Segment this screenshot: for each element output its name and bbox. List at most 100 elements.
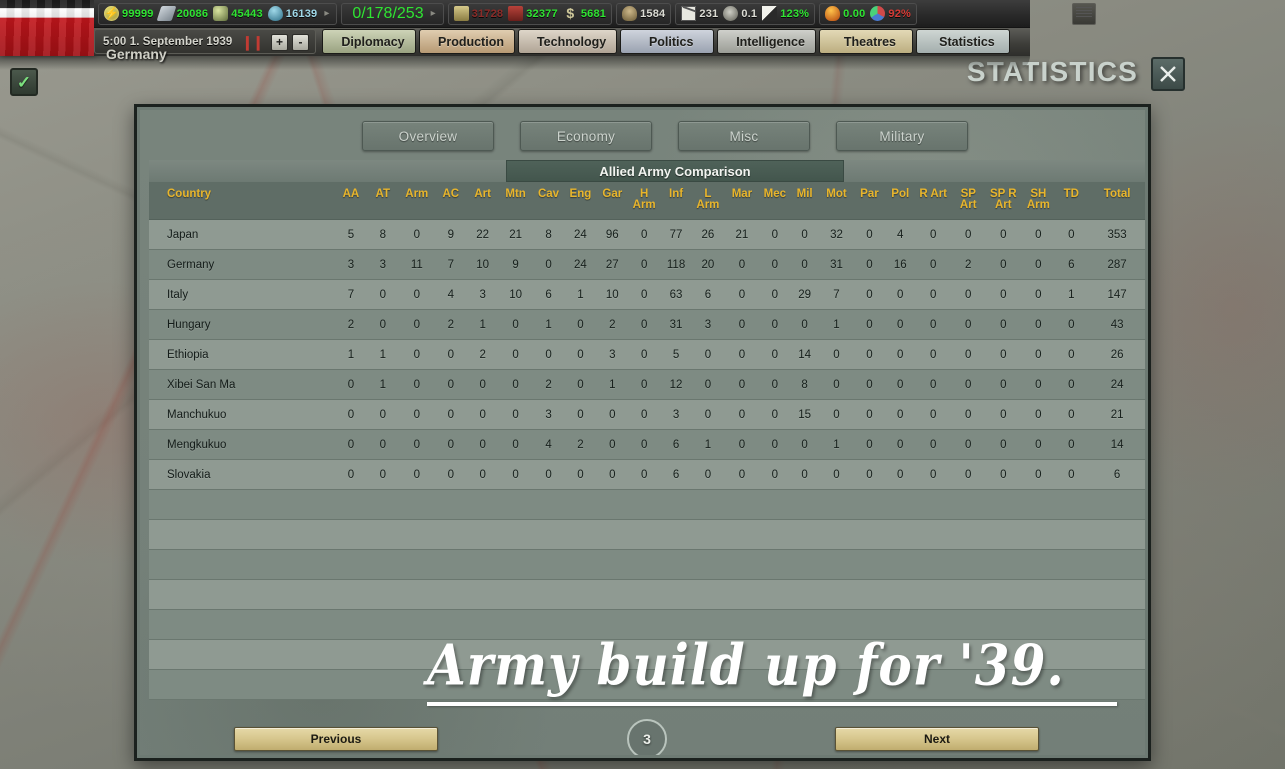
cell-art: 1 bbox=[466, 309, 499, 340]
column-header-ac[interactable]: AC bbox=[434, 182, 467, 220]
tab-technology[interactable]: Technology bbox=[517, 29, 618, 54]
subtab-misc[interactable]: Misc bbox=[678, 121, 810, 151]
cell-ac: 4 bbox=[434, 279, 467, 310]
table-row[interactable]: Manchukuo 0 0 0 0 0 0 3 0 0 0 3 0 0 0 15 0 0 0 0 0 0 0 0 21 bbox=[149, 399, 1145, 430]
resource-supplies[interactable]: 31728 bbox=[453, 6, 504, 21]
cell-art: 22 bbox=[466, 219, 499, 250]
cell-empty bbox=[691, 519, 724, 550]
cell-empty bbox=[885, 519, 916, 550]
table-row[interactable]: Xibei San Ma 0 1 0 0 0 0 2 0 1 0 12 0 0 0 8 0 0 0 0 0 0 0 0 24 bbox=[149, 369, 1145, 400]
next-button[interactable]: Next bbox=[835, 727, 1039, 751]
tab-production-label: Production bbox=[438, 34, 504, 49]
tab-intelligence[interactable]: Intelligence bbox=[717, 29, 816, 54]
cell-mil: 0 bbox=[789, 429, 820, 460]
resource-fuel[interactable]: 32377 bbox=[508, 6, 558, 21]
cell-empty bbox=[1021, 579, 1056, 610]
table-row[interactable]: Ethiopia 1 1 0 0 2 0 0 0 3 0 5 0 0 0 14 0 0 0 0 0 0 0 0 26 bbox=[149, 339, 1145, 370]
table-row[interactable]: Italy 7 0 0 4 3 10 6 1 10 0 63 6 0 0 29 7 0 0 0 0 0 0 1 147 bbox=[149, 279, 1145, 310]
table-row[interactable]: Slovakia 0 0 0 0 0 0 0 0 0 0 6 0 0 0 0 0 0 0 0 0 0 0 0 6 bbox=[149, 459, 1145, 490]
pause-icon[interactable]: ❙❙ bbox=[242, 34, 264, 51]
cell-at: 0 bbox=[366, 459, 399, 490]
column-header-sp-r-art[interactable]: SP R Art bbox=[985, 182, 1022, 220]
germany-flag bbox=[0, 0, 94, 56]
tab-statistics[interactable]: Statistics bbox=[915, 29, 1010, 54]
column-header-l-arm[interactable]: L Arm bbox=[691, 182, 724, 220]
table-row[interactable]: Mengkukuo 0 0 0 0 0 0 4 2 0 0 6 1 0 0 0 1 0 0 0 0 0 0 0 14 bbox=[149, 429, 1145, 460]
column-header-mil[interactable]: Mil bbox=[789, 182, 820, 220]
column-header-mtn[interactable]: Mtn bbox=[498, 182, 533, 220]
cell-arm: 0 bbox=[398, 339, 435, 370]
tab-theatres[interactable]: Theatres bbox=[818, 29, 913, 54]
dissent-rate-value: 0.00 bbox=[843, 7, 866, 20]
column-header-at[interactable]: AT bbox=[366, 182, 399, 220]
status-messages[interactable]: 231 bbox=[681, 6, 718, 21]
ledger-button[interactable] bbox=[1072, 3, 1096, 25]
cell-td: 0 bbox=[1055, 369, 1088, 400]
tab-politics[interactable]: Politics bbox=[620, 29, 715, 54]
speed-down-button[interactable]: - bbox=[292, 34, 309, 51]
cell-mot: 1 bbox=[819, 429, 854, 460]
cell-empty bbox=[564, 519, 597, 550]
cell-mil: 0 bbox=[789, 459, 820, 490]
resource-metal[interactable]: 20086 bbox=[156, 6, 209, 21]
subtab-military[interactable]: Military bbox=[836, 121, 968, 151]
column-header-arm[interactable]: Arm bbox=[398, 182, 435, 220]
column-header-sh-arm[interactable]: SH Arm bbox=[1021, 182, 1056, 220]
resource-crude-oil[interactable]: 16139 bbox=[267, 6, 318, 21]
subtab-economy[interactable]: Economy bbox=[520, 121, 652, 151]
resource-rare-materials[interactable]: 45443 bbox=[213, 6, 263, 21]
cell-sp-r-art: 0 bbox=[985, 279, 1022, 310]
subtab-overview[interactable]: Overview bbox=[362, 121, 494, 151]
close-button[interactable] bbox=[1151, 57, 1185, 91]
speed-up-button[interactable]: + bbox=[271, 34, 288, 51]
column-header-aa[interactable]: AA bbox=[334, 182, 367, 220]
cell-r-art: 0 bbox=[915, 219, 952, 250]
cell-r-art: 0 bbox=[915, 459, 952, 490]
tab-diplomacy[interactable]: Diplomacy bbox=[322, 29, 416, 54]
column-header-cav[interactable]: Cav bbox=[532, 182, 565, 220]
cell-empty bbox=[853, 489, 886, 520]
cell-empty bbox=[149, 579, 335, 610]
column-header-sp-art[interactable]: SP Art bbox=[951, 182, 986, 220]
status-national-unity[interactable]: 123% bbox=[762, 6, 809, 21]
cell-sp-r-art: 0 bbox=[985, 309, 1022, 340]
cell-at: 1 bbox=[366, 339, 399, 370]
cell-inf: 118 bbox=[660, 249, 692, 280]
column-header-pol[interactable]: Pol bbox=[885, 182, 916, 220]
column-header-eng[interactable]: Eng bbox=[564, 182, 597, 220]
column-header-mot[interactable]: Mot bbox=[819, 182, 854, 220]
table-row[interactable]: Hungary 2 0 0 2 1 0 1 0 2 0 31 3 0 0 0 1 0 0 0 0 0 0 0 43 bbox=[149, 309, 1145, 340]
resource-energy[interactable]: 99999 bbox=[104, 6, 154, 21]
cell-empty bbox=[819, 549, 854, 580]
cell-mtn: 9 bbox=[498, 249, 533, 280]
status-intelligence[interactable]: 92% bbox=[870, 6, 911, 21]
annotation-text: Army build up for '39. bbox=[427, 632, 1065, 699]
cell-empty bbox=[366, 519, 399, 550]
cell-h-arm: 0 bbox=[628, 249, 661, 280]
column-header-mec[interactable]: Mec bbox=[759, 182, 790, 220]
resource-money[interactable]: 5681 bbox=[563, 6, 606, 21]
column-header-td[interactable]: TD bbox=[1055, 182, 1088, 220]
column-header-r-art[interactable]: R Art bbox=[915, 182, 952, 220]
cell-ac: 9 bbox=[434, 219, 467, 250]
cell-empty bbox=[819, 579, 854, 610]
column-header-gar[interactable]: Gar bbox=[596, 182, 629, 220]
table-row[interactable]: Japan 5 8 0 9 22 21 8 24 96 0 77 26 21 0 0 32 0 4 0 0 0 0 0 353 bbox=[149, 219, 1145, 250]
column-header-par[interactable]: Par bbox=[853, 182, 886, 220]
cell-inf: 3 bbox=[660, 399, 692, 430]
cell-empty bbox=[149, 639, 335, 670]
previous-button[interactable]: Previous bbox=[234, 727, 438, 751]
column-header-total[interactable]: Total bbox=[1087, 182, 1145, 220]
column-header-country[interactable]: Country bbox=[149, 182, 335, 220]
column-header-h-arm[interactable]: H Arm bbox=[628, 182, 661, 220]
column-header-inf[interactable]: Inf bbox=[660, 182, 692, 220]
status-dissent-rate[interactable]: 0.00 bbox=[825, 6, 865, 21]
status-manpower[interactable]: 1584 bbox=[622, 6, 665, 21]
column-header-art[interactable]: Art bbox=[466, 182, 499, 220]
table-row[interactable]: Germany 3 3 11 7 10 9 0 24 27 0 118 20 0 0 0 31 0 16 0 2 0 0 6 2… bbox=[149, 249, 1145, 280]
tab-production[interactable]: Production bbox=[419, 29, 515, 54]
confirm-button[interactable]: ✓ bbox=[10, 68, 38, 96]
column-header-mar[interactable]: Mar bbox=[723, 182, 760, 220]
status-dissent[interactable]: 0.1 bbox=[723, 6, 757, 21]
cell-aa: 3 bbox=[334, 249, 367, 280]
